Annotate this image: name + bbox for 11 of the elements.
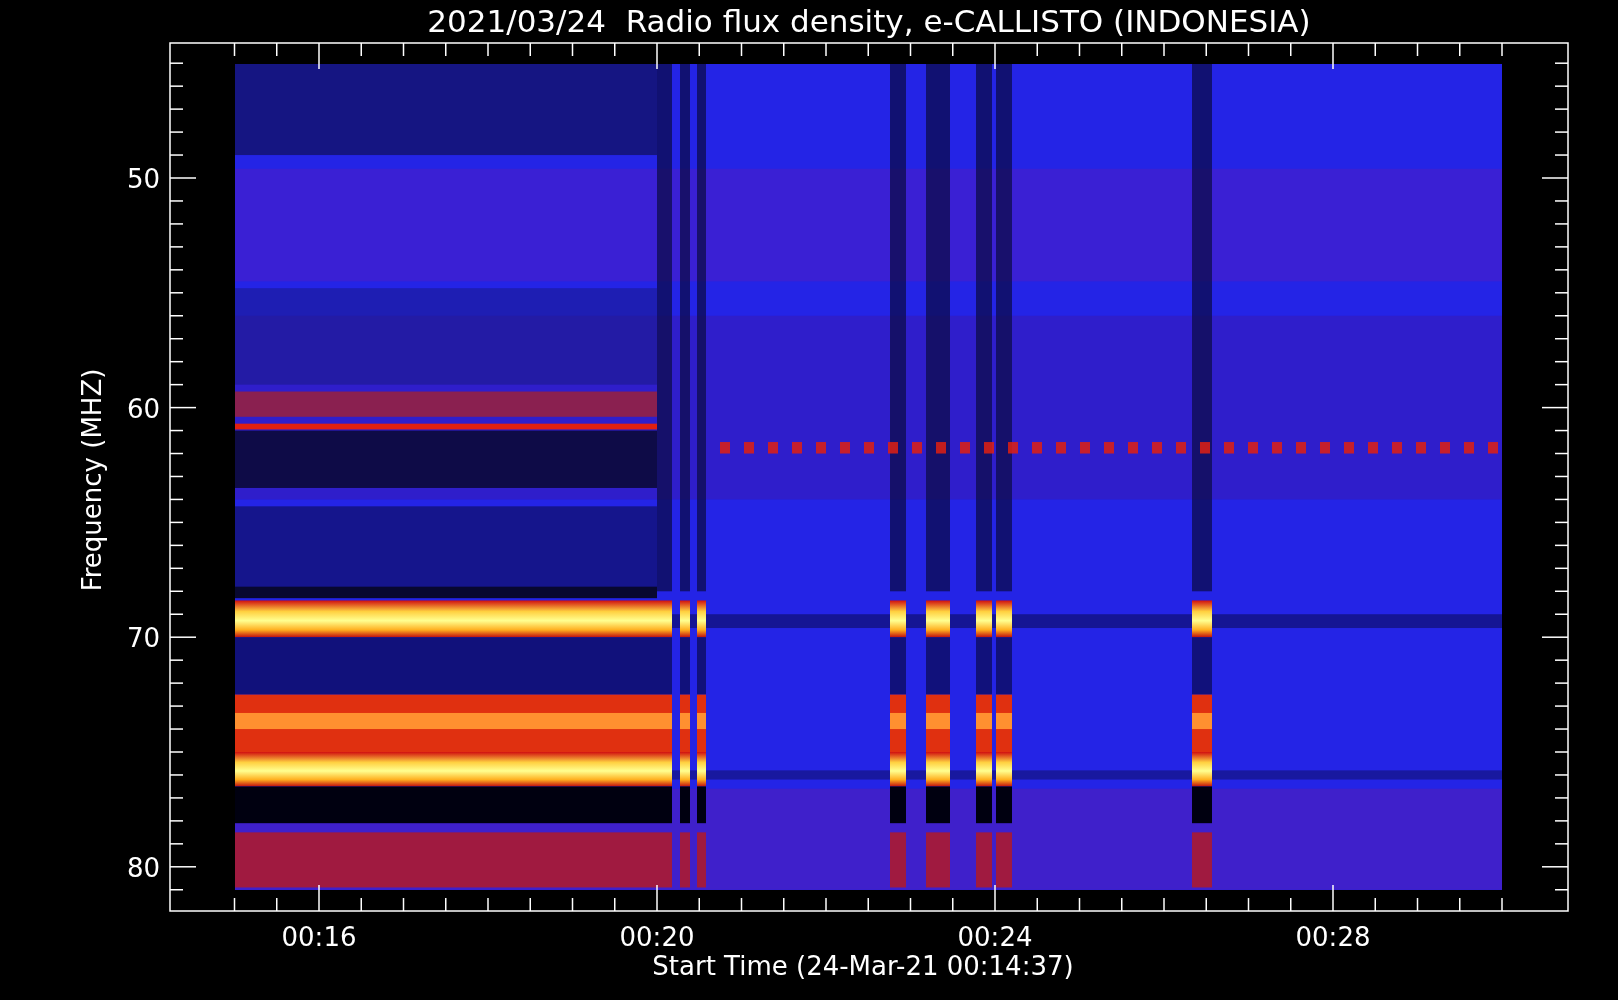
chart-title: 2021/03/24 Radio flux density, e-CALLISTO (INDONESIA) bbox=[427, 3, 1311, 39]
x-tick-label: 00:16 bbox=[281, 922, 357, 952]
y-tick-label: 70 bbox=[126, 623, 160, 654]
y-axis-label: Frequency (MHZ) bbox=[77, 368, 107, 592]
x-tick-label: 00:28 bbox=[1295, 922, 1371, 952]
y-tick-label: 50 bbox=[126, 164, 160, 194]
y-tick-label: 80 bbox=[126, 852, 160, 883]
x-axis-label: Start Time (24-Mar-21 00:14:37) bbox=[652, 951, 1074, 981]
x-tick-label: 00:20 bbox=[619, 922, 695, 952]
y-tick-label: 60 bbox=[126, 393, 160, 424]
x-tick-label: 00:24 bbox=[957, 922, 1033, 952]
